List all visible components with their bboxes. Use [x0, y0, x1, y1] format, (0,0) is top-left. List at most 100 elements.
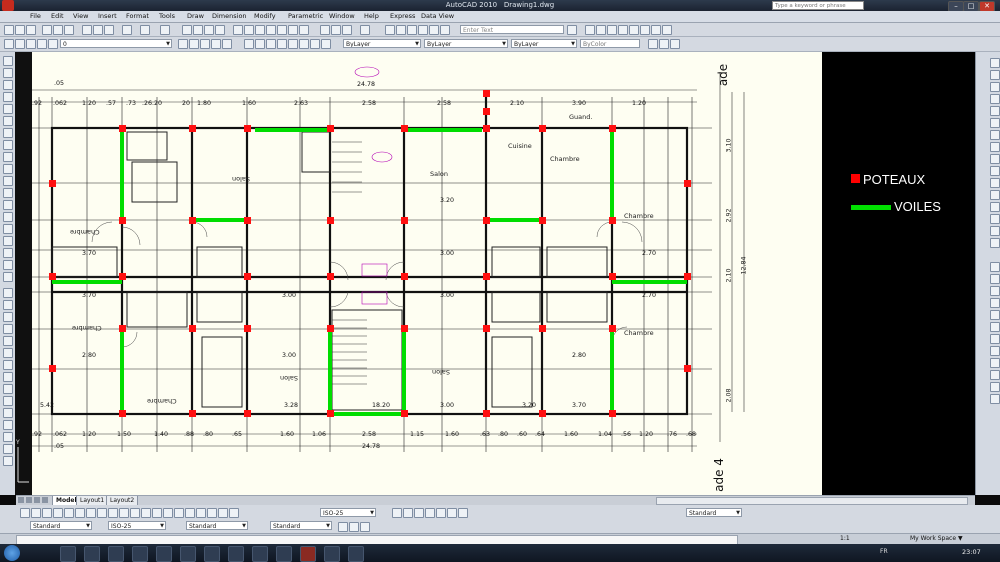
zoom-window-icon[interactable]: [204, 25, 214, 35]
toolbar-extra-icon-2[interactable]: [659, 39, 669, 49]
print-icon[interactable]: [42, 25, 52, 35]
osnap-midpoint-icon[interactable]: [990, 274, 1000, 284]
layer-previous-icon[interactable]: [189, 39, 199, 49]
layer-unlock-icon[interactable]: [299, 39, 309, 49]
insert-block-icon[interactable]: [3, 188, 13, 198]
text-find-icon[interactable]: [425, 508, 435, 518]
fillet-tool-icon[interactable]: [990, 226, 1000, 236]
mirror-tool-icon[interactable]: [990, 82, 1000, 92]
menu-draw[interactable]: Draw: [187, 11, 204, 22]
linetype-select[interactable]: ByLayer ▼: [424, 39, 508, 48]
tablestyle-select[interactable]: Standard ▼: [186, 521, 248, 530]
snap-icon[interactable]: [585, 25, 595, 35]
menu-data-view[interactable]: Data View: [421, 11, 454, 22]
lwt-icon[interactable]: [662, 25, 672, 35]
color-select[interactable]: ByLayer ▼: [343, 39, 421, 48]
make-current-icon[interactable]: [178, 39, 188, 49]
rotate-icon[interactable]: [3, 360, 13, 370]
revcloud-icon[interactable]: [3, 140, 13, 150]
taskbar-app-icon-2[interactable]: [84, 546, 100, 562]
quickcalc-icon[interactable]: [288, 25, 298, 35]
menu-view[interactable]: View: [73, 11, 88, 22]
toolbar-extra-icon-3[interactable]: [670, 39, 680, 49]
search-input[interactable]: Type a keyword or phrase: [772, 1, 864, 10]
osnap-parallel-icon[interactable]: [990, 346, 1000, 356]
dim-aligned-icon[interactable]: [31, 508, 41, 518]
line-icon[interactable]: [3, 56, 13, 66]
taskbar-app-icon-6[interactable]: [180, 546, 196, 562]
offset-icon[interactable]: [3, 324, 13, 334]
tab-nav-last-icon[interactable]: [42, 497, 48, 503]
layer-merge-icon[interactable]: [266, 39, 276, 49]
dim-linear-icon[interactable]: [20, 508, 30, 518]
mirror-icon[interactable]: [3, 312, 13, 322]
polar-icon[interactable]: [596, 25, 606, 35]
menu-window[interactable]: Window: [329, 11, 355, 22]
dimension-icon[interactable]: [385, 25, 395, 35]
taskbar-app-icon-4[interactable]: [132, 546, 148, 562]
layer-copy-icon[interactable]: [321, 39, 331, 49]
mleader-add-icon[interactable]: [349, 522, 359, 532]
stretch-icon[interactable]: [3, 384, 13, 394]
join-tool-icon[interactable]: [990, 202, 1000, 212]
layer-freeze-icon[interactable]: [26, 39, 36, 49]
toolbar-extra-icon-1[interactable]: [648, 39, 658, 49]
hatch-icon[interactable]: [3, 224, 13, 234]
lineweight-select[interactable]: ByLayer ▼: [511, 39, 577, 48]
dim-diameter-icon[interactable]: [86, 508, 96, 518]
textstyle-select-top[interactable]: Standard ▼: [686, 508, 742, 517]
zoom-realtime-icon[interactable]: [193, 25, 203, 35]
menu-file[interactable]: File: [30, 11, 41, 22]
text-scale-bottom-icon[interactable]: [436, 508, 446, 518]
horizontal-scrollbar[interactable]: [656, 497, 968, 505]
fillet-icon[interactable]: [3, 444, 13, 454]
mleaderstyle-select[interactable]: Standard ▼: [270, 521, 332, 530]
move-icon[interactable]: [3, 348, 13, 358]
otrack-icon[interactable]: [640, 25, 650, 35]
undo-icon[interactable]: [140, 25, 150, 35]
arc-icon[interactable]: [3, 116, 13, 126]
layer-select[interactable]: 0 ▼: [60, 39, 172, 48]
erase-tool-icon[interactable]: [990, 58, 1000, 68]
tab-nav-next-icon[interactable]: [34, 497, 40, 503]
layer-states-icon[interactable]: [360, 25, 370, 35]
jogged-linear-icon[interactable]: [196, 508, 206, 518]
new-icon[interactable]: [4, 25, 14, 35]
osnap-tangent-icon[interactable]: [990, 322, 1000, 332]
publish-icon[interactable]: [64, 25, 74, 35]
dim-text-edit-icon[interactable]: [218, 508, 228, 518]
osnap-nearest-icon[interactable]: [990, 370, 1000, 380]
text-scale-icon[interactable]: [407, 25, 417, 35]
taskbar-app-icon-9[interactable]: [252, 546, 268, 562]
circle-icon[interactable]: [3, 128, 13, 138]
chamfer-icon[interactable]: [3, 456, 13, 466]
dim-angular-icon[interactable]: [97, 508, 107, 518]
region-icon[interactable]: [3, 248, 13, 258]
menu-insert[interactable]: Insert: [98, 11, 117, 22]
text-style-icon[interactable]: [320, 25, 330, 35]
taskbar-app-icon-10[interactable]: [276, 546, 292, 562]
menu-format[interactable]: Format: [126, 11, 149, 22]
match-properties-icon[interactable]: [122, 25, 132, 35]
preview-icon[interactable]: [53, 25, 63, 35]
array-icon[interactable]: [3, 336, 13, 346]
osnap-settings-icon[interactable]: [990, 394, 1000, 404]
start-button-icon[interactable]: [4, 545, 20, 561]
layer-off-icon[interactable]: [244, 39, 254, 49]
dim-jogged-icon[interactable]: [75, 508, 85, 518]
osnap-quadrant-icon[interactable]: [990, 310, 1000, 320]
plotstyle-select[interactable]: ByColor: [580, 39, 640, 48]
spline-icon[interactable]: [3, 152, 13, 162]
language-indicator[interactable]: FR: [880, 548, 888, 555]
scale-tool-icon[interactable]: [990, 142, 1000, 152]
markup-icon[interactable]: [277, 25, 287, 35]
dim-break-icon[interactable]: [152, 508, 162, 518]
dim-update-icon[interactable]: [229, 508, 239, 518]
edit-text-icon[interactable]: [429, 25, 439, 35]
rectangle-icon[interactable]: [3, 104, 13, 114]
zoom-previous-icon[interactable]: [215, 25, 225, 35]
properties-icon[interactable]: [233, 25, 243, 35]
copy-tool-icon[interactable]: [990, 70, 1000, 80]
save-icon[interactable]: [26, 25, 36, 35]
mleader-icon[interactable]: [338, 522, 348, 532]
